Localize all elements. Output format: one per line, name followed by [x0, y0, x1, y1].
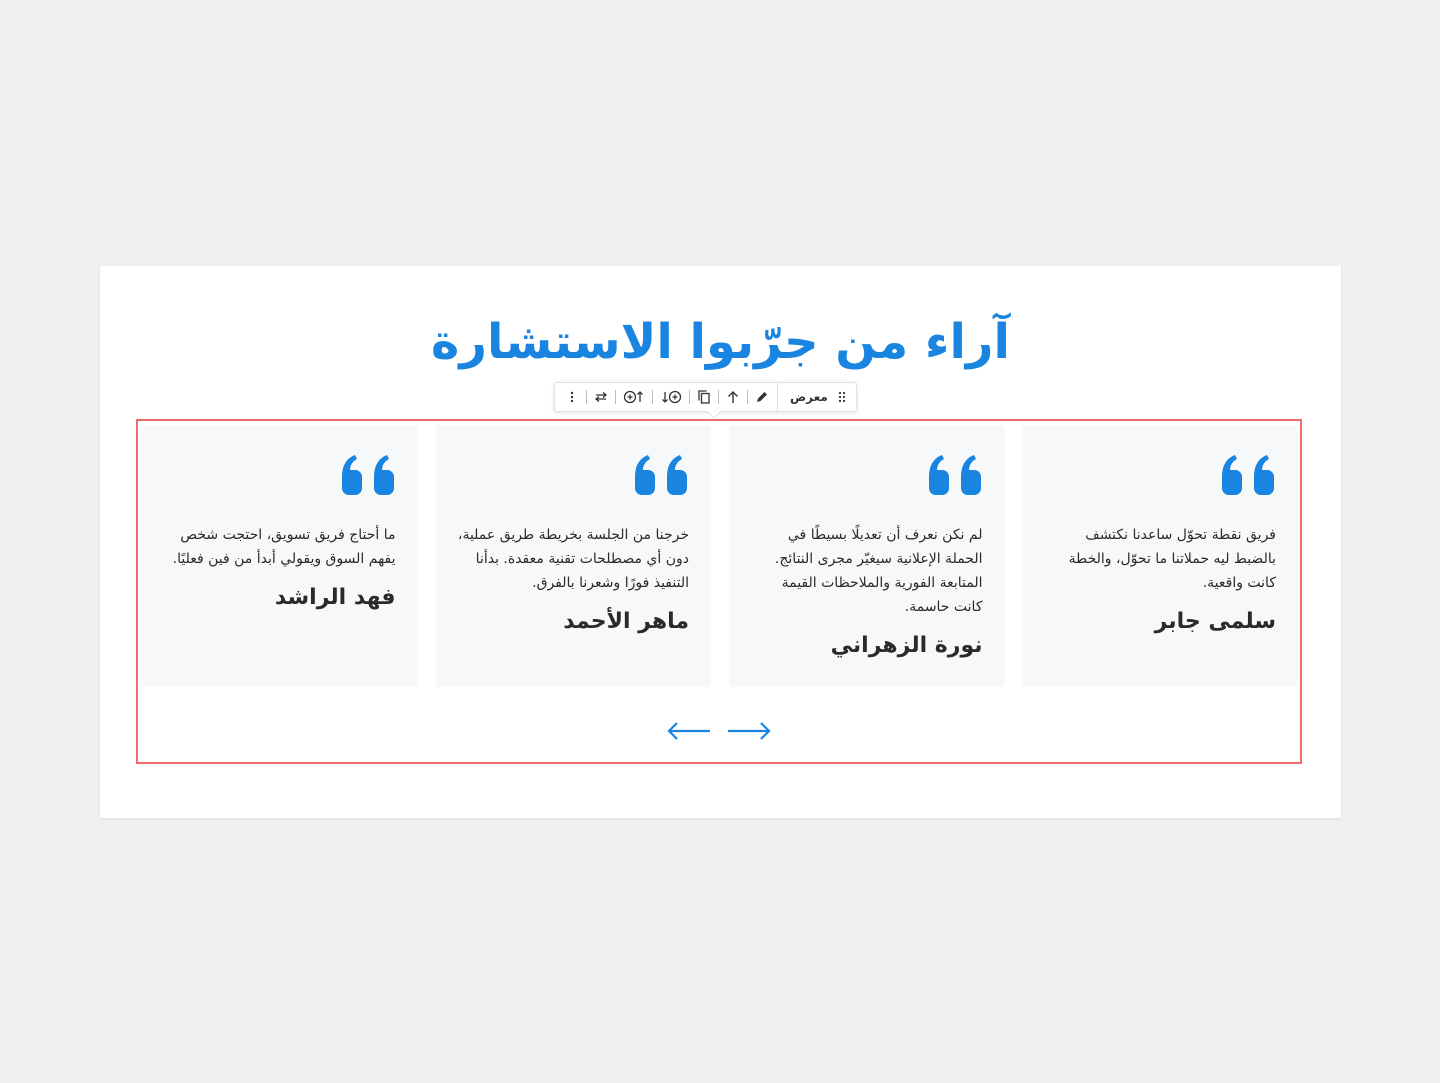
previous-slide-button[interactable]: [666, 721, 712, 741]
toolbar-divider: [718, 390, 719, 404]
quote-icon: [164, 455, 396, 495]
testimonial-author: سلمى جابر: [1154, 609, 1276, 634]
swap-block-button[interactable]: [590, 383, 612, 411]
toolbar-divider: [777, 383, 778, 411]
testimonial-gallery-block[interactable]: فريق نقطة تحوّل ساعدنا نكتشف بالضبط ليه …: [136, 419, 1302, 764]
testimonial-author: فهد الراشد: [274, 585, 396, 610]
testimonial-author: نورة الزهراني: [830, 633, 983, 658]
toolbar-divider: [586, 390, 587, 404]
block-toolbar: معرض: [554, 382, 857, 420]
block-type-button[interactable]: معرض: [782, 383, 850, 411]
swap-icon: [594, 392, 608, 402]
pencil-icon: [757, 392, 767, 402]
quote-icon: [458, 455, 690, 495]
toolbar-divider: [652, 390, 653, 404]
quote-icon: [1045, 455, 1277, 495]
testimonial-text: ما أحتاج فريق تسويق، احتجت شخص يفهم السو…: [172, 527, 396, 567]
block-type-label: معرض: [790, 390, 828, 404]
testimonial-card[interactable]: ما أحتاج فريق تسويق، احتجت شخص يفهم السو…: [142, 425, 418, 687]
toolbar-divider: [747, 390, 748, 404]
add-before-button[interactable]: [619, 383, 649, 411]
testimonial-text: لم نكن نعرف أن تعديلًا بسيطًا في الحملة …: [774, 527, 983, 615]
arrow-up-icon: [728, 391, 738, 403]
arrow-left-icon: [667, 722, 710, 740]
section-title[interactable]: آراء من جرّبوا الاستشارة: [100, 310, 1341, 374]
testimonial-text: خرجنا من الجلسة بخريطة طريق عملية، دون أ…: [457, 527, 689, 591]
add-before-icon: [623, 390, 643, 404]
testimonial-card[interactable]: خرجنا من الجلسة بخريطة طريق عملية، دون أ…: [435, 425, 711, 687]
next-slide-button[interactable]: [726, 721, 772, 741]
carousel-navigation: [138, 721, 1300, 741]
testimonial-text: فريق نقطة تحوّل ساعدنا نكتشف بالضبط ليه …: [1068, 527, 1276, 591]
testimonial-card[interactable]: لم نكن نعرف أن تعديلًا بسيطًا في الحملة …: [729, 425, 1005, 687]
add-after-icon: [662, 390, 682, 404]
more-options-button[interactable]: [561, 383, 583, 411]
quote-icon: [751, 455, 983, 495]
move-up-button[interactable]: [722, 383, 744, 411]
more-vertical-icon: [570, 391, 574, 403]
copy-icon: [698, 390, 710, 404]
editor-canvas: آراء من جرّبوا الاستشارة معرض فريق نقطة …: [100, 266, 1341, 818]
edit-button[interactable]: [751, 383, 773, 411]
drag-handle-icon[interactable]: [838, 391, 846, 403]
testimonial-cards: فريق نقطة تحوّل ساعدنا نكتشف بالضبط ليه …: [142, 425, 1298, 687]
toolbar-divider: [615, 390, 616, 404]
arrow-right-icon: [728, 722, 771, 740]
add-after-button[interactable]: [656, 383, 686, 411]
testimonial-card[interactable]: فريق نقطة تحوّل ساعدنا نكتشف بالضبط ليه …: [1022, 425, 1298, 687]
toolbar-divider: [689, 390, 690, 404]
testimonial-author: ماهر الأحمد: [563, 609, 689, 634]
